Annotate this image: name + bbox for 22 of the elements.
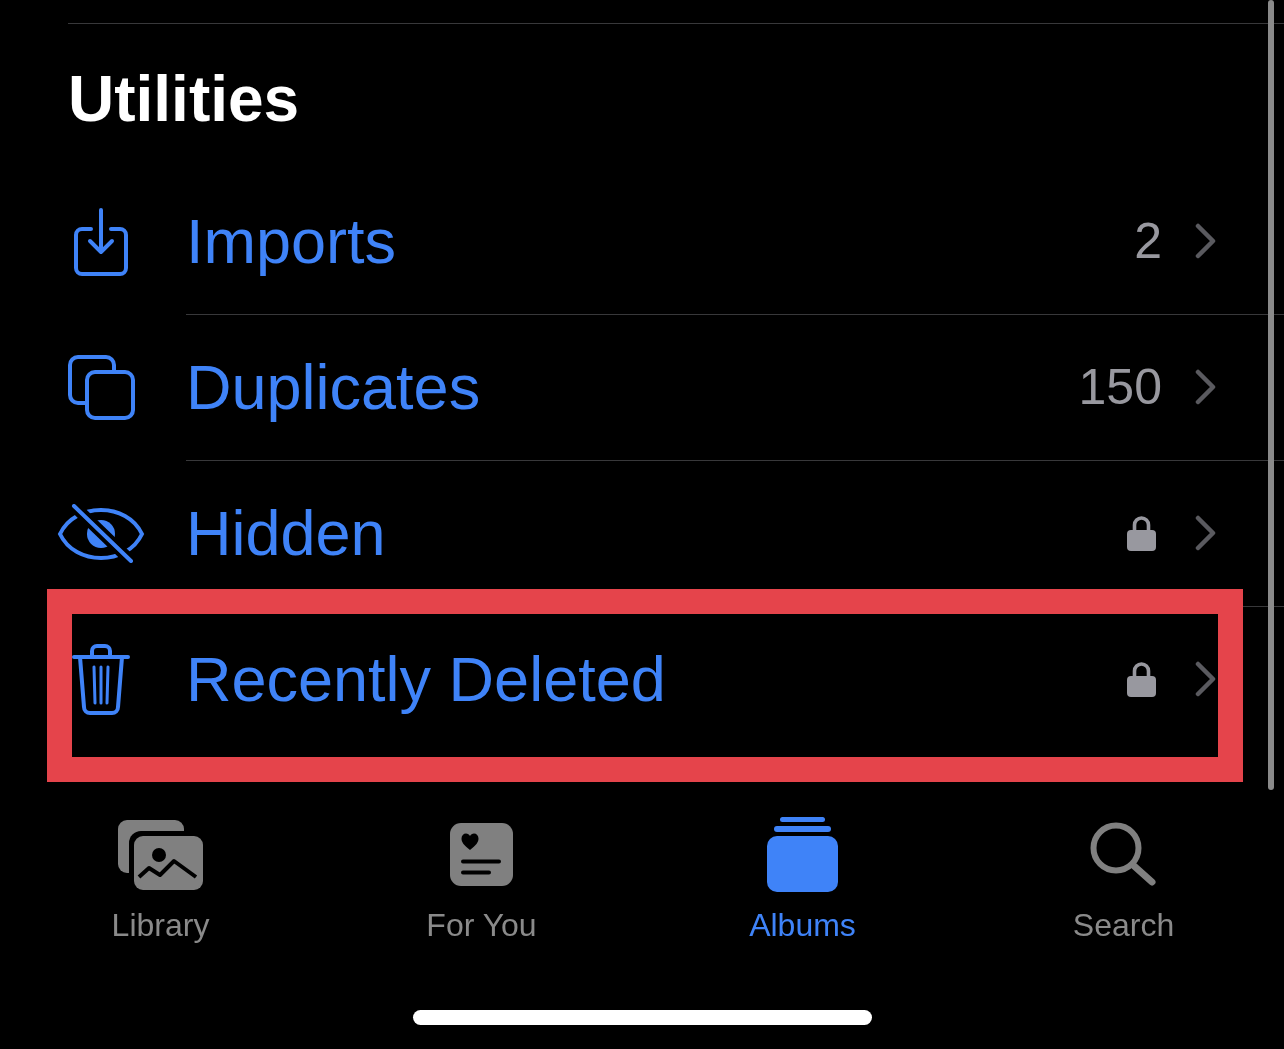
trash-icon <box>72 643 130 716</box>
item-count: 150 <box>1078 358 1162 418</box>
item-count: 2 <box>1134 212 1162 272</box>
chevron-icon <box>1195 369 1216 406</box>
tab-bar-item[interactable]: Search <box>963 816 1284 945</box>
utility-item-label[interactable]: Recently Deleted <box>186 641 666 718</box>
search-icon <box>1089 821 1158 888</box>
eye-slash-icon <box>57 504 145 564</box>
tray-arrow-icon <box>72 207 130 276</box>
duplicate-squares-icon <box>67 355 135 421</box>
chevron-icon <box>1195 661 1216 698</box>
utility-item-label[interactable]: Duplicates <box>186 349 481 426</box>
section-heading: Utilities <box>68 62 301 137</box>
utility-item-label[interactable]: Imports <box>186 203 397 280</box>
chevron-icon <box>1195 223 1216 260</box>
utility-item-label[interactable]: Hidden <box>186 495 386 572</box>
tab-bar-item[interactable]: For You <box>321 816 642 945</box>
chevron-icon <box>1195 515 1216 552</box>
tab-bar-item[interactable]: Library <box>0 816 321 945</box>
photo-stack-icon <box>118 819 203 890</box>
tab-bar-item[interactable]: Albums <box>642 816 963 945</box>
album-stack-icon <box>767 817 838 893</box>
